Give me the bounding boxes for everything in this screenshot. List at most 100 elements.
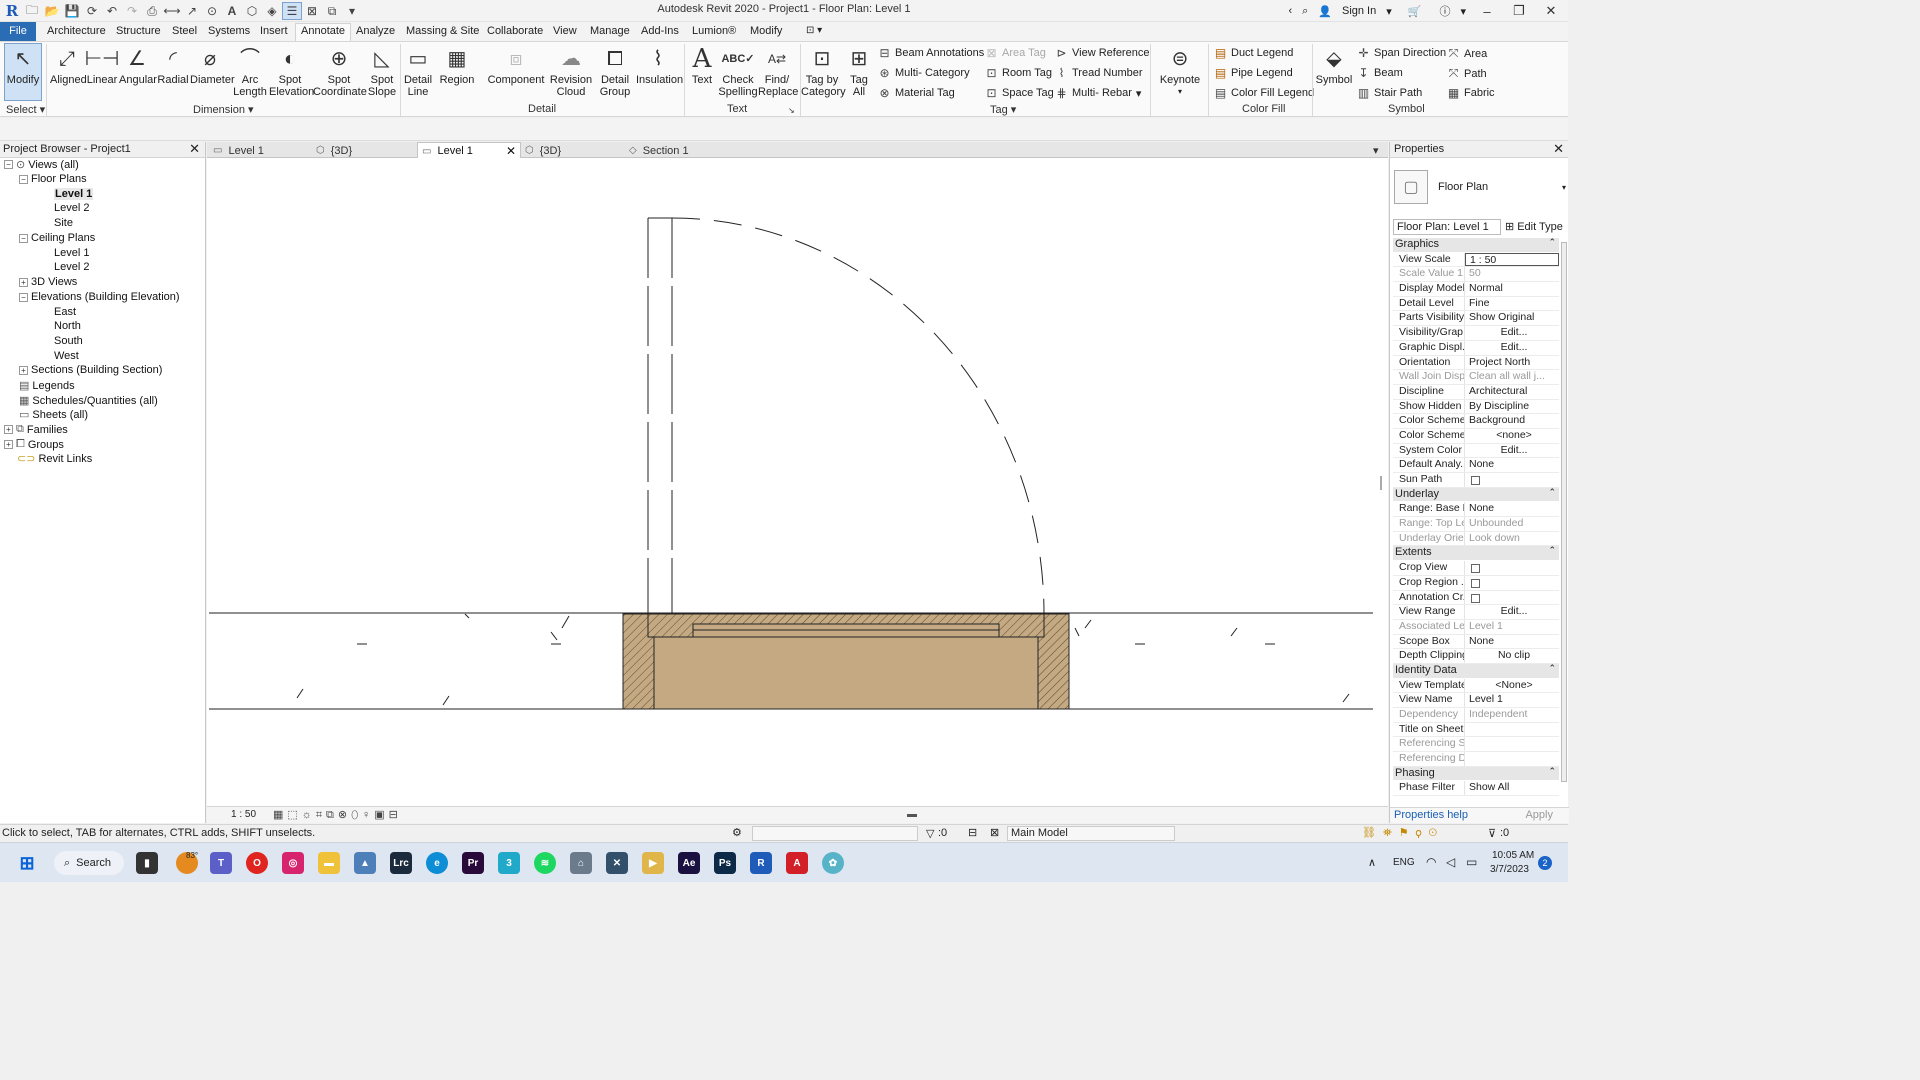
check-spelling-button[interactable]: ABC✓ Check Spelling [718,44,758,98]
region-button[interactable]: ▦ Region [437,44,477,86]
close-tab-icon[interactable]: ✕ [506,144,516,158]
tree-node-south[interactable]: South [54,335,83,347]
find-replace-button[interactable]: A⇄ Find/ Replace [758,44,798,98]
tab-manage[interactable]: Manage [590,24,630,41]
view-tab-3d[interactable]: ⬡ {3D} [316,142,416,158]
tread-number-button[interactable]: ⌇ Tread Number [1055,66,1143,80]
filter-icon[interactable]: ⊽ [1488,827,1496,840]
insulation-button[interactable]: ⌇ Insulation [636,44,683,86]
spot-coordinate-button[interactable]: ⊕ Spot Coordinate [313,44,367,98]
collapse-icon[interactable]: − [19,174,28,184]
expand-icon[interactable]: + [4,440,13,449]
stair-path-button[interactable]: ▥ Stair Path [1357,86,1422,100]
clock-date[interactable]: 3/7/2023 [1490,864,1529,875]
file-explorer-icon[interactable]: ▬ [318,852,340,874]
angular-dimension-button[interactable]: ∠ Angular [119,44,157,86]
tree-node-floor-level-1[interactable]: Level 1 [54,188,94,200]
customize-qat-icon[interactable]: ▾ [342,2,362,20]
property-value[interactable]: 1 : 50 [1465,252,1559,267]
view-reference-button[interactable]: ⊳ View Reference [1055,46,1149,60]
media-player-icon[interactable]: ▶ [642,852,664,874]
measure-icon[interactable]: ⟷ [162,2,182,20]
property-value[interactable]: Level 1 [1465,693,1559,707]
lightroom-icon[interactable]: Lrc [390,852,412,874]
aligned-dimension-button[interactable]: ⤢ Aligned [50,44,87,86]
property-value[interactable]: None [1465,502,1559,516]
tab-architecture[interactable]: Architecture [47,24,106,41]
wifi-icon[interactable]: ◠ [1426,855,1436,869]
selection-filter-icon[interactable]: ▽ [926,827,934,840]
arc-length-dimension-button[interactable]: ⌒ Arc Length [232,44,268,98]
restore-button[interactable]: ❐ [1508,3,1530,19]
property-checkbox[interactable] [1471,564,1480,574]
properties-scrollbar[interactable] [1561,242,1567,782]
area-reinforcement-button[interactable]: ⤧ Area [1447,46,1488,61]
sign-in-link[interactable]: Sign In [1342,5,1376,17]
windows-start-icon[interactable]: ⊞ [16,852,38,874]
tab-lumion[interactable]: Lumion® [692,24,736,41]
tag-icon[interactable]: ⊙ [202,2,222,20]
collapse-icon[interactable]: − [4,160,13,169]
property-value[interactable]: Edit... [1465,326,1559,340]
tab-steel[interactable]: Steel [172,24,197,41]
print-icon[interactable]: ⎙ [142,2,162,20]
view-tab-section-1[interactable]: ◇ Section 1 [629,142,739,158]
view-tab-level-1-active[interactable]: ▭ Level 1 ✕ [417,142,521,158]
linear-dimension-button[interactable]: ⊢⊣ Linear [85,44,120,86]
spotify-icon[interactable]: ≋ [534,852,556,874]
tab-insert[interactable]: Insert [260,24,288,41]
tree-node-sheets[interactable]: ▭ Sheets (all) [19,408,88,422]
tree-node-north[interactable]: North [54,320,81,332]
property-value[interactable]: Edit... [1465,605,1559,619]
save-icon[interactable]: 💾 [62,2,82,20]
design-option-dropdown[interactable]: Main Model [1007,826,1175,841]
tab-analyze[interactable]: Analyze [356,24,395,41]
worksharing-icon[interactable]: ⚙ [732,826,742,839]
view-scale-label[interactable]: 1 : 50 [231,809,256,820]
property-group-header[interactable]: Extents ⌃ [1393,545,1559,562]
thin-lines-icon[interactable]: ☰ [282,2,302,20]
tree-node-elevations[interactable]: − Elevations (Building Elevation) [19,291,180,303]
redo-icon[interactable]: ↷ [122,2,142,20]
tray-chevron-icon[interactable]: ∧ [1368,856,1376,869]
binoculars-icon[interactable]: ⌕ [1302,5,1308,18]
view-tab-level-1[interactable]: ▭ Level 1 [213,142,313,158]
instance-filter-dropdown[interactable]: Floor Plan: Level 1 [1393,218,1501,235]
expand-icon[interactable]: + [4,425,13,434]
selection-settings-icons[interactable]: ⛓⛯⚑⚲⊙ [1362,826,1444,840]
property-checkbox[interactable] [1471,578,1480,588]
pipe-legend-button[interactable]: ▤ Pipe Legend [1214,66,1293,80]
switch-windows-icon[interactable]: ⧉ [322,2,342,20]
app-3-icon[interactable]: 3 [498,852,520,874]
panel-label-select[interactable]: Select ▾ [6,103,45,116]
expand-icon[interactable]: + [19,277,28,287]
radial-dimension-button[interactable]: ◜ Radial [157,44,189,86]
tree-node-schedules[interactable]: ▦ Schedules/Quantities (all) [19,394,158,408]
text-icon[interactable]: A [222,2,242,20]
default-3d-icon[interactable]: ⬡ [242,2,262,20]
tab-massing-site[interactable]: Massing & Site [406,24,479,41]
property-value[interactable] [1465,723,1559,737]
close-icon[interactable]: ✕ [1553,141,1564,157]
open-file-icon[interactable]: 📂 [42,2,62,20]
collapse-icon[interactable]: − [19,233,28,243]
type-selector[interactable]: ▢ Floor Plan ▾ [1394,162,1566,212]
teams-icon[interactable]: T [210,852,232,874]
revit-logo-icon[interactable]: R [2,2,22,20]
component-button[interactable]: ⧈ Component [487,44,545,86]
property-value[interactable]: <none> [1465,429,1559,443]
tag-by-category-button[interactable]: ⊡ Tag by Category [801,44,846,98]
property-value[interactable] [1465,591,1559,605]
language-indicator[interactable]: ENG [1393,857,1415,868]
color-fill-legend-button[interactable]: ▤ Color Fill Legend [1214,86,1314,100]
instagram-icon[interactable]: ◎ [282,852,304,874]
volume-icon[interactable]: ◁ [1446,855,1455,869]
apply-button[interactable]: Apply [1525,809,1553,821]
keynote-button[interactable]: ⊜ Keynote ▾ [1158,44,1202,98]
autocad-icon[interactable]: A [786,852,808,874]
property-value[interactable]: Show Original [1465,311,1559,325]
multi-rebar-button[interactable]: ⋕ Multi- Rebar ▾ [1055,86,1141,100]
minimize-button[interactable]: – [1476,4,1498,19]
lumion-icon[interactable]: ✿ [822,852,844,874]
property-value[interactable] [1465,576,1559,590]
